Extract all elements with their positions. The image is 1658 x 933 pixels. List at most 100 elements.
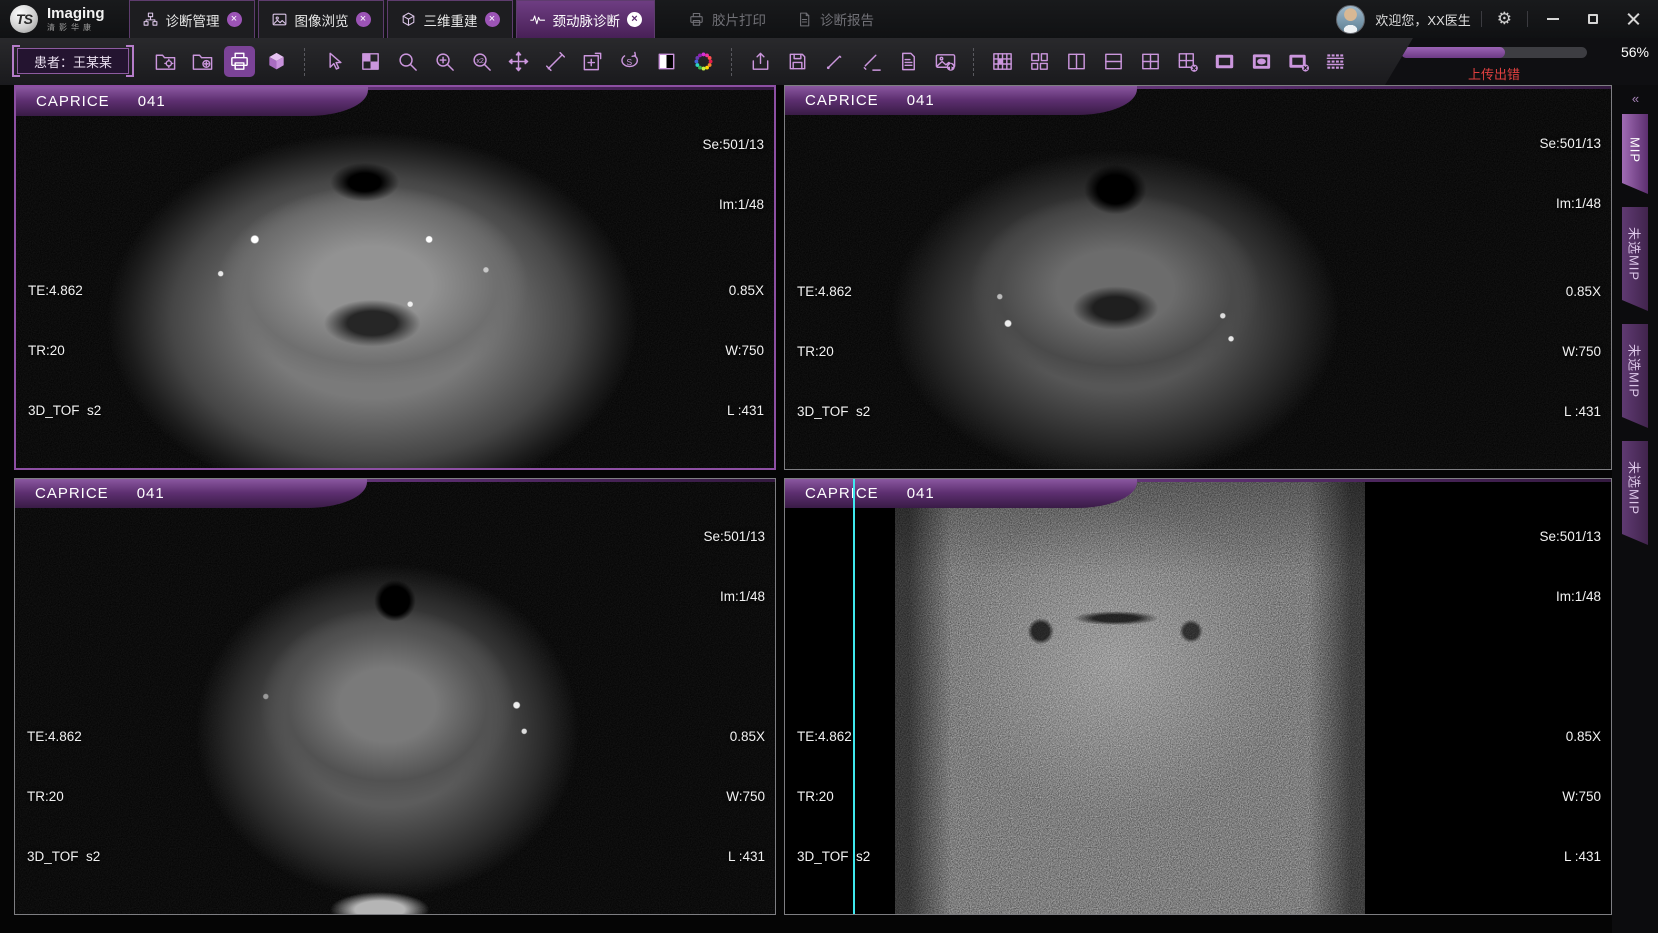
maximize-button[interactable] bbox=[1578, 0, 1608, 38]
upload-panel: 56% 上传出错 bbox=[1385, 38, 1658, 85]
window-level: L :431 bbox=[725, 401, 764, 421]
tab-close-icon[interactable]: × bbox=[227, 12, 242, 27]
application-window: TS Imaging 清影华康 诊断管理×图像浏览×三维重建×颈动脉诊断×胶片打… bbox=[0, 0, 1658, 933]
series-rail-tabs: MIP 未选MIP 未选MIP 未选MIP bbox=[1612, 114, 1658, 545]
tab-image-browse[interactable]: 图像浏览× bbox=[258, 0, 384, 38]
tool-layout-2x2[interactable] bbox=[1135, 46, 1166, 77]
color-wheel-icon bbox=[692, 50, 715, 73]
tool-rotate[interactable]: S bbox=[614, 46, 645, 77]
img-up-icon bbox=[934, 50, 957, 73]
tool-upload[interactable] bbox=[745, 46, 776, 77]
logo-monogram-icon: TS bbox=[10, 5, 38, 33]
tab-close-icon[interactable]: × bbox=[627, 12, 642, 27]
series-number: 041 bbox=[138, 93, 166, 110]
minimize-button[interactable] bbox=[1538, 0, 1568, 38]
tab-close-icon[interactable]: × bbox=[485, 12, 500, 27]
viewport-0-selected[interactable]: CAPRICE 041 Se:501/13 Im:1/48 TE:4.862 T… bbox=[14, 85, 776, 470]
folder-gear-icon bbox=[154, 50, 177, 73]
tab-carotid-diagnosis[interactable]: 颈动脉诊断× bbox=[516, 0, 656, 38]
menu-film-print: 胶片打印 bbox=[688, 0, 766, 38]
tool-magnifier[interactable] bbox=[392, 46, 423, 77]
close-icon bbox=[1627, 13, 1640, 26]
mri-image[interactable] bbox=[895, 479, 1365, 914]
tool-export-image[interactable] bbox=[930, 46, 961, 77]
anatomy-render bbox=[15, 479, 775, 914]
echo-time: TE:4.862 bbox=[797, 282, 870, 302]
tool-print[interactable] bbox=[224, 46, 255, 77]
tool-annotation[interactable] bbox=[577, 46, 608, 77]
tool-layout-2col[interactable] bbox=[1061, 46, 1092, 77]
pen-line-icon bbox=[860, 50, 883, 73]
tool-tile-layout[interactable] bbox=[355, 46, 386, 77]
rows2-icon bbox=[1102, 50, 1125, 73]
tab-label: 三维重建 bbox=[424, 10, 478, 30]
divider bbox=[1481, 11, 1482, 27]
tab-close-icon[interactable]: × bbox=[356, 12, 371, 27]
series-tab-mip-3[interactable]: 未选MIP bbox=[1622, 441, 1648, 545]
tool-layout-grid[interactable] bbox=[987, 46, 1018, 77]
tool-new-report[interactable] bbox=[893, 46, 924, 77]
titlebar-right-group: 欢迎您，XX医生 ⚙ bbox=[1336, 0, 1658, 38]
repetition-time: TR:20 bbox=[797, 342, 870, 362]
viewport-banner: CAPRICE 041 bbox=[15, 479, 367, 508]
tool-layout-blocks[interactable] bbox=[1024, 46, 1055, 77]
overlay-acquisition-info: TE:4.862 TR:20 3D_TOF s2 bbox=[28, 241, 101, 461]
tool-measure[interactable] bbox=[540, 46, 571, 77]
tool-layout-2row[interactable] bbox=[1098, 46, 1129, 77]
close-button[interactable] bbox=[1618, 0, 1648, 38]
viewport-3[interactable]: CAPRICE 041 Se:501/13 Im:1/48 TE:4.862 T… bbox=[784, 478, 1612, 915]
pan-icon bbox=[507, 50, 530, 73]
image-index: Im:1/48 bbox=[703, 587, 765, 607]
patient-field[interactable]: 患者：王某某 bbox=[17, 48, 129, 74]
zoom-factor: 0.85X bbox=[1562, 282, 1601, 302]
tab-3d-reconstruction[interactable]: 三维重建 × bbox=[387, 0, 513, 38]
repetition-time: TR:20 bbox=[27, 787, 100, 807]
tool-pan[interactable] bbox=[503, 46, 534, 77]
save-icon bbox=[786, 50, 809, 73]
tab-diagnosis-management[interactable]: 诊断管理× bbox=[129, 0, 255, 38]
tool-probe-line[interactable] bbox=[856, 46, 887, 77]
printer-icon bbox=[688, 11, 705, 28]
series-tab-mip-active[interactable]: MIP bbox=[1622, 114, 1648, 194]
tool-volume-3d[interactable] bbox=[261, 46, 292, 77]
viewport-2[interactable]: CAPRICE 041 Se:501/13 Im:1/48 TE:4.862 T… bbox=[14, 478, 776, 915]
tool-zoom-2x[interactable]: x2 bbox=[466, 46, 497, 77]
viewport-1[interactable]: CAPRICE 041 Se:501/13 Im:1/48 TE:4.862 T… bbox=[784, 85, 1612, 470]
echo-time: TE:4.862 bbox=[797, 727, 870, 747]
tool-import-exam[interactable] bbox=[187, 46, 218, 77]
user-avatar[interactable] bbox=[1336, 5, 1365, 34]
series-tab-mip-2[interactable]: 未选MIP bbox=[1622, 324, 1648, 428]
tool-layout-close[interactable] bbox=[1172, 46, 1203, 77]
tool-open-exam[interactable] bbox=[150, 46, 181, 77]
mri-image[interactable] bbox=[16, 87, 774, 468]
toolbar-divider bbox=[304, 48, 306, 76]
tool-save[interactable] bbox=[782, 46, 813, 77]
upload-progress-bar bbox=[1401, 47, 1587, 58]
mri-image[interactable] bbox=[15, 479, 775, 914]
tool-roi-rect[interactable] bbox=[1209, 46, 1240, 77]
brand-subtitle: 清影华康 bbox=[47, 24, 105, 32]
series-rail: « MIP 未选MIP 未选MIP 未选MIP bbox=[1612, 85, 1658, 933]
window-width: W:750 bbox=[725, 341, 764, 361]
overlay-acquisition-info: TE:4.862 TR:20 3D_TOF s2 bbox=[27, 687, 100, 907]
series-tab-mip-1[interactable]: 未选MIP bbox=[1622, 207, 1648, 311]
settings-gear-icon[interactable]: ⚙ bbox=[1492, 9, 1517, 29]
tool-roi-rect-delete[interactable] bbox=[1283, 46, 1314, 77]
grid-x-icon bbox=[1176, 50, 1199, 73]
sequence-name: 3D_TOF s2 bbox=[28, 401, 101, 421]
tool-pseudo-color[interactable] bbox=[688, 46, 719, 77]
tool-probe[interactable] bbox=[819, 46, 850, 77]
tool-roi-ellipse[interactable] bbox=[1246, 46, 1277, 77]
mri-image[interactable] bbox=[785, 86, 1611, 469]
echo-time: TE:4.862 bbox=[27, 727, 100, 747]
tool-filmstrip[interactable] bbox=[1320, 46, 1351, 77]
tool-zoom-in[interactable] bbox=[429, 46, 460, 77]
reference-line bbox=[853, 479, 855, 914]
collapse-rail-icon[interactable]: « bbox=[1612, 91, 1658, 106]
doc-icon bbox=[897, 50, 920, 73]
brand-name: Imaging bbox=[47, 6, 105, 22]
tool-invert[interactable] bbox=[651, 46, 682, 77]
sitemap-icon bbox=[142, 11, 159, 28]
tool-pointer[interactable] bbox=[318, 46, 349, 77]
overlay-display-info: 0.85X W:750 L :431 bbox=[725, 241, 764, 461]
